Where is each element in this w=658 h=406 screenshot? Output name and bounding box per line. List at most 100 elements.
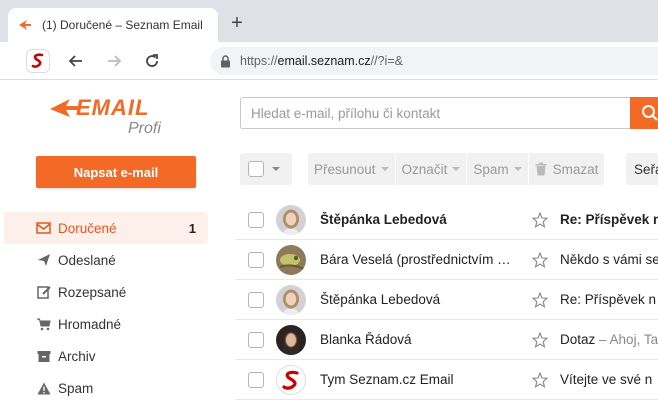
move-button[interactable]: Přesunout <box>308 153 396 185</box>
compose-button[interactable]: Napsat e-mail <box>36 156 196 188</box>
avatar <box>276 285 306 315</box>
star-icon[interactable] <box>531 251 549 268</box>
mail-sender: Bára Veselá (prostřednictvím … <box>320 252 511 267</box>
logo-sub-text: Profi <box>128 120 161 137</box>
search-input[interactable]: Hledat e-mail, přílohu či kontakt <box>240 97 632 129</box>
move-label: Přesunout <box>314 161 376 177</box>
avatar <box>276 245 306 275</box>
cart-icon <box>36 317 51 331</box>
mail-row[interactable]: Bára Veselá (prostřednictvím … Někdo s v… <box>236 240 658 280</box>
mail-subject-text: Dotaz <box>560 332 596 347</box>
folder-label: Doručené <box>58 220 117 236</box>
folder-label: Odeslané <box>58 252 116 268</box>
email-favicon-icon <box>18 18 32 32</box>
folder-archive[interactable]: Archiv <box>4 340 208 372</box>
mail-row[interactable]: Štěpánka Lebedová Re: Příspěvek n <box>236 200 658 240</box>
reload-icon <box>146 53 158 67</box>
seznam-browser-button[interactable] <box>26 48 50 73</box>
mail-subject: Vítejte ve své n <box>560 372 658 387</box>
lock-icon[interactable] <box>216 52 234 70</box>
sidebar: EMAIL Profi Napsat e-mail Doručené 1 Ode… <box>0 81 228 406</box>
browser-tab[interactable]: (1) Doručené – Seznam Email <box>8 8 218 42</box>
browser-tabstrip: (1) Doručené – Seznam Email + <box>0 0 658 42</box>
chevron-down-icon <box>452 167 461 171</box>
star-icon[interactable] <box>531 291 549 308</box>
search-button[interactable] <box>630 97 658 129</box>
chevron-down-icon <box>380 167 389 171</box>
back-button[interactable] <box>64 49 88 73</box>
mark-label: Označit <box>401 161 448 177</box>
mark-button[interactable]: Označit <box>396 153 468 185</box>
forward-arrow-icon <box>108 54 122 67</box>
unread-count-badge: 1 <box>188 220 196 236</box>
mail-subject: Někdo s vámi se <box>560 252 658 267</box>
folder-bulk[interactable]: Hromadné <box>4 308 208 340</box>
mail-row[interactable]: Blanka Řádová Dotaz – Ahoj, Ta <box>236 320 658 360</box>
mail-preview: – Ahoj, Ta <box>595 332 658 347</box>
row-checkbox[interactable] <box>248 372 264 388</box>
row-checkbox[interactable] <box>248 252 264 268</box>
folder-sent[interactable]: Odeslané <box>4 244 208 276</box>
mail-row[interactable]: Štěpánka Lebedová Re: Příspěvek n <box>236 280 658 320</box>
mail-sender: Blanka Řádová <box>320 332 412 347</box>
chevron-down-icon <box>513 167 522 171</box>
seznam-s-icon <box>31 52 44 68</box>
mail-sender: Štěpánka Lebedová <box>320 292 441 307</box>
reload-button[interactable] <box>140 49 164 73</box>
mail-subject: Dotaz – Ahoj, Ta <box>560 332 658 347</box>
delete-button[interactable]: Smazat <box>529 153 605 185</box>
mail-sender: Štěpánka Lebedová <box>320 212 447 227</box>
drafts-icon <box>36 285 51 299</box>
logo-main-text: EMAIL <box>76 95 149 120</box>
row-checkbox[interactable] <box>248 332 264 348</box>
avatar <box>276 365 306 395</box>
search-placeholder: Hledat e-mail, přílohu či kontakt <box>251 105 441 121</box>
mail-list: Štěpánka Lebedová Re: Příspěvek n Bára V… <box>236 200 658 400</box>
email-profi-logo[interactable]: EMAIL Profi <box>48 91 178 137</box>
folder-list: Doručené 1 Odeslané Rozepsané Hromadné A… <box>4 212 208 404</box>
mail-subject-text: Vítejte ve své n <box>560 372 653 387</box>
folder-label: Spam <box>58 380 94 396</box>
url-scheme: https:// <box>240 54 278 68</box>
select-all-checkbox[interactable] <box>248 161 264 177</box>
delete-label: Smazat <box>552 161 599 177</box>
row-checkbox[interactable] <box>248 212 264 228</box>
sort-button[interactable]: Seřa <box>626 153 658 185</box>
inbox-icon <box>36 221 51 235</box>
url-path: //?i=& <box>370 54 403 68</box>
mail-subject: Re: Příspěvek n <box>560 212 658 227</box>
folder-label: Rozepsané <box>58 284 127 300</box>
folder-label: Hromadné <box>58 316 122 332</box>
back-arrow-icon <box>68 54 82 67</box>
spam-label: Spam <box>473 161 509 177</box>
browser-tab-title: (1) Doručené – Seznam Email <box>42 18 203 32</box>
folder-inbox[interactable]: Doručené 1 <box>4 212 208 244</box>
forward-button[interactable] <box>102 49 126 73</box>
sort-label: Seřa <box>634 161 658 177</box>
mail-subject-text: Někdo s vámi se <box>560 252 658 267</box>
address-bar[interactable]: https://email.seznam.cz//?i=& <box>210 47 658 75</box>
folder-spam[interactable]: Spam <box>4 372 208 404</box>
search-icon <box>642 105 658 121</box>
chevron-down-icon <box>272 167 280 171</box>
browser-navbar: https://email.seznam.cz//?i=& <box>0 42 658 80</box>
star-icon[interactable] <box>531 211 549 228</box>
sent-icon <box>36 253 51 267</box>
select-all-dropdown[interactable] <box>240 153 292 185</box>
star-icon[interactable] <box>531 371 549 388</box>
avatar <box>276 325 306 355</box>
action-buttons-group: Přesunout Označit Spam Smazat <box>308 153 605 185</box>
row-checkbox[interactable] <box>248 292 264 308</box>
new-tab-button[interactable]: + <box>226 12 248 34</box>
folder-drafts[interactable]: Rozepsané <box>4 276 208 308</box>
folder-label: Archiv <box>58 348 96 364</box>
mail-subject-text: Re: Příspěvek n <box>560 292 657 307</box>
seznam-s-icon <box>282 370 299 390</box>
star-icon[interactable] <box>531 331 549 348</box>
mail-subject-text: Re: Příspěvek n <box>560 212 658 227</box>
spam-button[interactable]: Spam <box>467 153 529 185</box>
url-host: email.seznam.cz <box>277 54 371 68</box>
mail-subject: Re: Příspěvek n <box>560 292 658 307</box>
archive-icon <box>36 349 51 363</box>
mail-row[interactable]: Tym Seznam.cz Email Vítejte ve své n <box>236 360 658 400</box>
